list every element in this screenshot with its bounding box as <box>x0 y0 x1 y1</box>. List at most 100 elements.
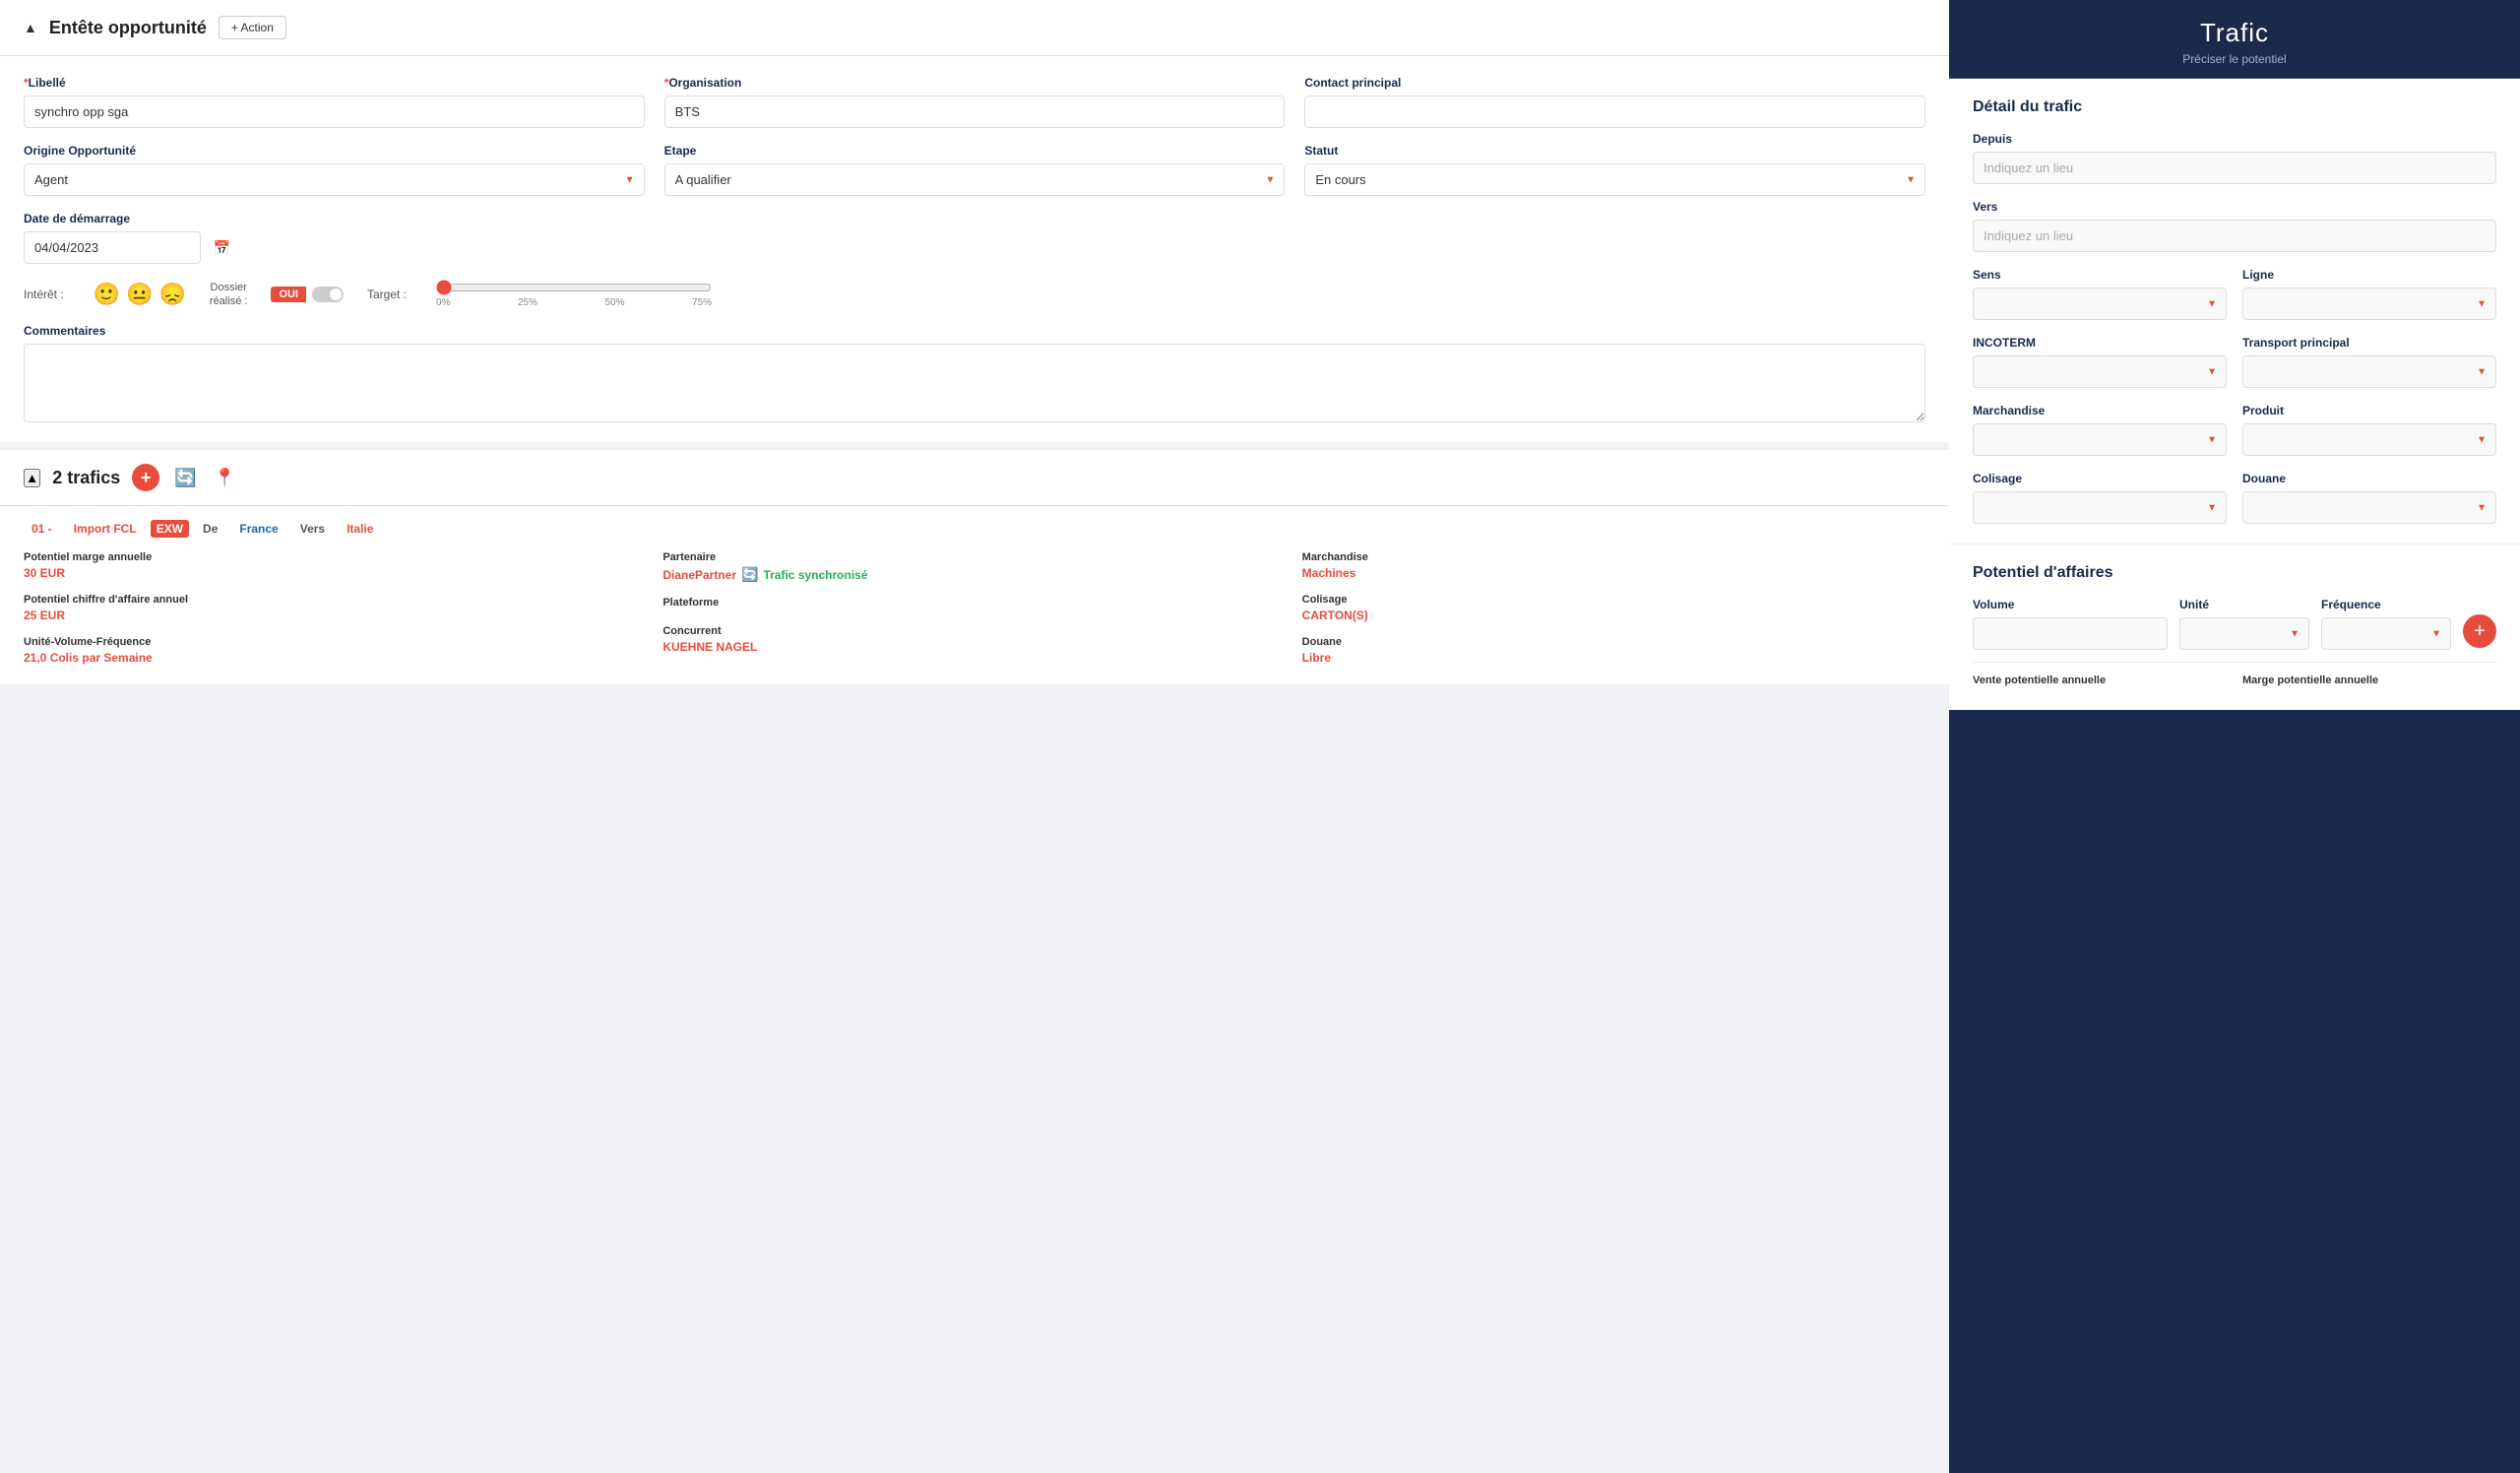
comments-field: Commentaires <box>24 324 1925 422</box>
statut-select[interactable]: En cours <box>1304 163 1925 196</box>
douane-item: Douane Libre <box>1302 636 1925 665</box>
sens-select[interactable] <box>1973 288 2227 320</box>
dossier-toggle[interactable] <box>312 287 344 302</box>
volume-field: Volume <box>1973 598 2168 650</box>
colisage-item: Colisage CARTON(S) <box>1302 594 1925 622</box>
trafic-tag-vers: Vers <box>292 520 333 538</box>
potentiel-marge-label: Potentiel marge annuelle <box>24 551 647 563</box>
entete-form: *Libellé *Organisation Contact principal… <box>0 56 1949 450</box>
potentiel-grid: Volume Unité Fréquence <box>1973 598 2496 650</box>
trafic-tag-type: Import FCL <box>66 520 145 538</box>
libelle-input[interactable] <box>24 96 645 128</box>
vente-grid: Vente potentielle annuelle Marge potenti… <box>1973 674 2496 690</box>
contact-field: Contact principal <box>1304 76 1925 128</box>
trafic-details-col2: Partenaire DianePartner 🔄 Trafic synchro… <box>662 551 1286 665</box>
dossier-label: Dossier <box>211 282 247 293</box>
statut-field: Statut En cours <box>1304 144 1925 196</box>
slider-labels: 0% 25% 50% 75% <box>436 297 712 308</box>
right-panel-title: Trafic <box>1969 18 2500 48</box>
plateforme-label: Plateforme <box>662 597 1286 608</box>
trafics-count: 2 trafics <box>52 468 120 488</box>
trafic-pin-button[interactable]: 📍 <box>211 464 238 491</box>
plateforme-item: Plateforme <box>662 597 1286 611</box>
slider-label-75: 75% <box>692 297 712 308</box>
douane-select-wrap <box>2242 491 2496 524</box>
marge-annuelle: Marge potentielle annuelle <box>2242 674 2496 690</box>
page-title: Entête opportunité <box>49 18 207 38</box>
transport-field: Transport principal <box>2242 336 2496 388</box>
smiley-group: 🙂 😐 😞 <box>94 282 186 307</box>
etape-select-wrap: A qualifier <box>664 163 1286 196</box>
smiley-sad[interactable]: 😞 <box>159 282 186 307</box>
trafics-collapse-button[interactable]: ▲ <box>24 469 40 487</box>
smiley-neutral[interactable]: 😐 <box>126 282 153 307</box>
target-slider[interactable] <box>436 280 712 295</box>
marchandise-detail-label: Marchandise <box>1973 404 2227 417</box>
incoterm-select-wrap <box>1973 355 2227 388</box>
vente-label: Vente potentielle annuelle <box>1973 674 2227 686</box>
potentiel-ca-value: 25 EUR <box>24 608 647 622</box>
produit-select[interactable] <box>2242 423 2496 456</box>
origine-label: Origine Opportunité <box>24 144 645 158</box>
etape-field: Etape A qualifier <box>664 144 1286 196</box>
vers-field: Vers <box>1973 200 2496 252</box>
trafic-tag-incoterm: EXW <box>151 520 189 538</box>
marchandise-item: Marchandise Machines <box>1302 551 1925 580</box>
vers-input[interactable] <box>1973 220 2496 252</box>
colisage-select-wrap <box>1973 491 2227 524</box>
smiley-happy[interactable]: 🙂 <box>94 282 120 307</box>
collapse-button[interactable]: ▲ <box>24 20 37 35</box>
incoterm-label: INCOTERM <box>1973 336 2227 350</box>
organisation-field: *Organisation <box>664 76 1286 128</box>
left-panel: ▲ Entête opportunité + Action *Libellé *… <box>0 0 1949 1473</box>
douane-select[interactable] <box>2242 491 2496 524</box>
interet-label: Intérêt : <box>24 288 64 301</box>
ligne-select-wrap <box>2242 288 2496 320</box>
add-button-wrap: + <box>2463 614 2496 650</box>
detail-grid: Depuis Vers Sens Ligne <box>1973 132 2496 524</box>
sens-label: Sens <box>1973 268 2227 282</box>
marchandise-select[interactable] <box>1973 423 2227 456</box>
douane-detail-field: Douane <box>2242 472 2496 524</box>
action-button[interactable]: + Action <box>219 16 286 39</box>
douane-value: Libre <box>1302 651 1925 665</box>
partenaire-item: Partenaire DianePartner 🔄 Trafic synchro… <box>662 551 1286 583</box>
date-input[interactable] <box>24 231 201 264</box>
date-field: Date de démarrage 📅 <box>24 212 240 264</box>
frequence-select[interactable] <box>2321 617 2451 650</box>
statut-label: Statut <box>1304 144 1925 158</box>
organisation-input[interactable] <box>664 96 1286 128</box>
form-row-2: Origine Opportunité Agent Etape A qualif… <box>24 144 1925 196</box>
unite-select[interactable] <box>2179 617 2309 650</box>
depuis-input[interactable] <box>1973 152 2496 184</box>
marchandise-select-wrap <box>1973 423 2227 456</box>
volume-input[interactable] <box>1973 617 2168 650</box>
trafic-add-button[interactable]: + <box>132 464 159 491</box>
trafic-refresh-button[interactable]: 🔄 <box>171 464 199 491</box>
trafic-details-col1: Potentiel marge annuelle 30 EUR Potentie… <box>24 551 647 665</box>
concurrent-item: Concurrent KUEHNE NAGEL <box>662 625 1286 654</box>
uvf-label: Unité-Volume-Fréquence <box>24 636 647 648</box>
form-row-1: *Libellé *Organisation Contact principal <box>24 76 1925 128</box>
marchandise-value: Machines <box>1302 566 1925 580</box>
trafic-tag-number: 01 - <box>24 520 60 538</box>
partenaire-label: Partenaire <box>662 551 1286 563</box>
dossier-sub: réalisé : <box>210 295 248 307</box>
contact-input[interactable] <box>1304 96 1925 128</box>
transport-select[interactable] <box>2242 355 2496 388</box>
trafic-tag-to: Italie <box>339 520 381 538</box>
right-panel-header: Trafic Préciser le potentiel <box>1949 0 2520 79</box>
toggle-wrap: OUI <box>271 287 344 302</box>
colisage-select[interactable] <box>1973 491 2227 524</box>
sync-icon: 🔄 <box>741 566 758 583</box>
trafic-details-col3: Marchandise Machines Colisage CARTON(S) … <box>1302 551 1925 665</box>
ligne-label: Ligne <box>2242 268 2496 282</box>
trafic-details-grid: Potentiel marge annuelle 30 EUR Potentie… <box>24 551 1925 665</box>
unite-select-wrap <box>2179 617 2309 650</box>
ligne-select[interactable] <box>2242 288 2496 320</box>
comments-textarea[interactable] <box>24 344 1925 422</box>
potentiel-add-button[interactable]: + <box>2463 614 2496 648</box>
etape-select[interactable]: A qualifier <box>664 163 1286 196</box>
origine-select[interactable]: Agent <box>24 163 645 196</box>
incoterm-select[interactable] <box>1973 355 2227 388</box>
